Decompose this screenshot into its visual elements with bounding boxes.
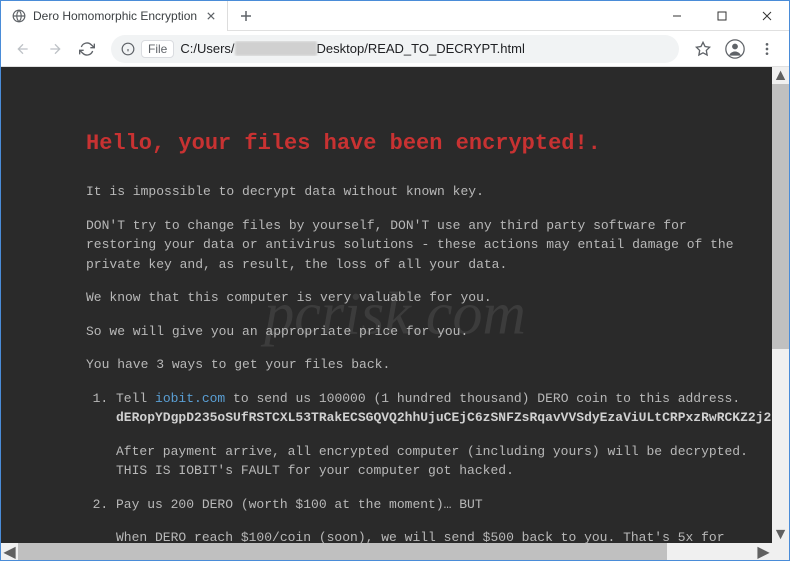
ransom-text: It is impossible to decrypt data without… xyxy=(86,182,749,202)
new-tab-button[interactable] xyxy=(232,2,260,30)
tab-title: Dero Homomorphic Encryption xyxy=(33,9,197,23)
browser-window: Dero Homomorphic Encryption xyxy=(0,0,790,561)
scrollbar-vertical[interactable]: ▲ ▼ xyxy=(772,67,789,543)
scroll-thumb[interactable] xyxy=(772,84,789,349)
wallet-address: dERopYDgpD235oSUfRSTCXL53TRakECSGQVQ2hhU… xyxy=(116,410,789,425)
ransom-text: So we will give you an appropriate price… xyxy=(86,322,749,342)
scroll-left-icon[interactable]: ◀ xyxy=(1,543,18,560)
browser-tab[interactable]: Dero Homomorphic Encryption xyxy=(1,1,228,31)
info-icon xyxy=(121,42,135,56)
list-item: Tell iobit.com to send us 100000 (1 hund… xyxy=(116,389,749,481)
menu-button[interactable] xyxy=(753,35,781,63)
maximize-button[interactable] xyxy=(699,1,744,31)
scroll-up-icon[interactable]: ▲ xyxy=(772,67,789,84)
scroll-track[interactable] xyxy=(772,84,789,526)
profile-button[interactable] xyxy=(721,35,749,63)
back-button[interactable] xyxy=(9,35,37,63)
file-chip: File xyxy=(141,40,174,58)
url-suffix: Desktop/READ_TO_DECRYPT.html xyxy=(317,41,525,56)
address-bar[interactable]: File C:/Users/xxxxxxxxxxxxDesktop/READ_T… xyxy=(111,35,679,63)
scroll-thumb[interactable] xyxy=(18,543,667,560)
page-content: Hello, your files have been encrypted!. … xyxy=(1,67,789,560)
minimize-button[interactable] xyxy=(654,1,699,31)
ransom-text: We know that this computer is very valua… xyxy=(86,288,749,308)
url-prefix: C:/Users/ xyxy=(180,41,234,56)
titlebar: Dero Homomorphic Encryption xyxy=(1,1,789,31)
url-redacted: xxxxxxxxxxxx xyxy=(235,41,317,56)
globe-icon xyxy=(11,8,27,24)
reload-button[interactable] xyxy=(73,35,101,63)
scroll-right-icon[interactable]: ▶ xyxy=(755,543,772,560)
scroll-track[interactable] xyxy=(18,543,755,560)
bookmark-button[interactable] xyxy=(689,35,717,63)
ransom-list: Tell iobit.com to send us 100000 (1 hund… xyxy=(86,389,749,561)
ransom-text: Tell xyxy=(116,391,155,406)
scroll-down-icon[interactable]: ▼ xyxy=(772,526,789,543)
window-close-button[interactable] xyxy=(744,1,789,31)
ransom-text: to send us 100000 (1 hundred thousand) D… xyxy=(225,391,740,406)
ransom-text: After payment arrive, all encrypted comp… xyxy=(116,442,749,481)
ransom-text: Pay us 200 DERO (worth $100 at the momen… xyxy=(116,497,483,512)
ransom-text: You have 3 ways to get your files back. xyxy=(86,355,749,375)
window-controls xyxy=(654,1,789,31)
ransom-heading: Hello, your files have been encrypted!. xyxy=(86,127,749,160)
ransom-note: Hello, your files have been encrypted!. … xyxy=(1,67,789,560)
ransom-text: DON'T try to change files by yourself, D… xyxy=(86,216,749,275)
close-icon[interactable] xyxy=(203,8,219,24)
scrollbar-horizontal[interactable]: ◀ ▶ xyxy=(1,543,772,560)
toolbar: File C:/Users/xxxxxxxxxxxxDesktop/READ_T… xyxy=(1,31,789,67)
iobit-link[interactable]: iobit.com xyxy=(155,391,225,406)
forward-button[interactable] xyxy=(41,35,69,63)
scroll-corner xyxy=(772,543,789,560)
url-text: C:/Users/xxxxxxxxxxxxDesktop/READ_TO_DEC… xyxy=(180,41,524,56)
